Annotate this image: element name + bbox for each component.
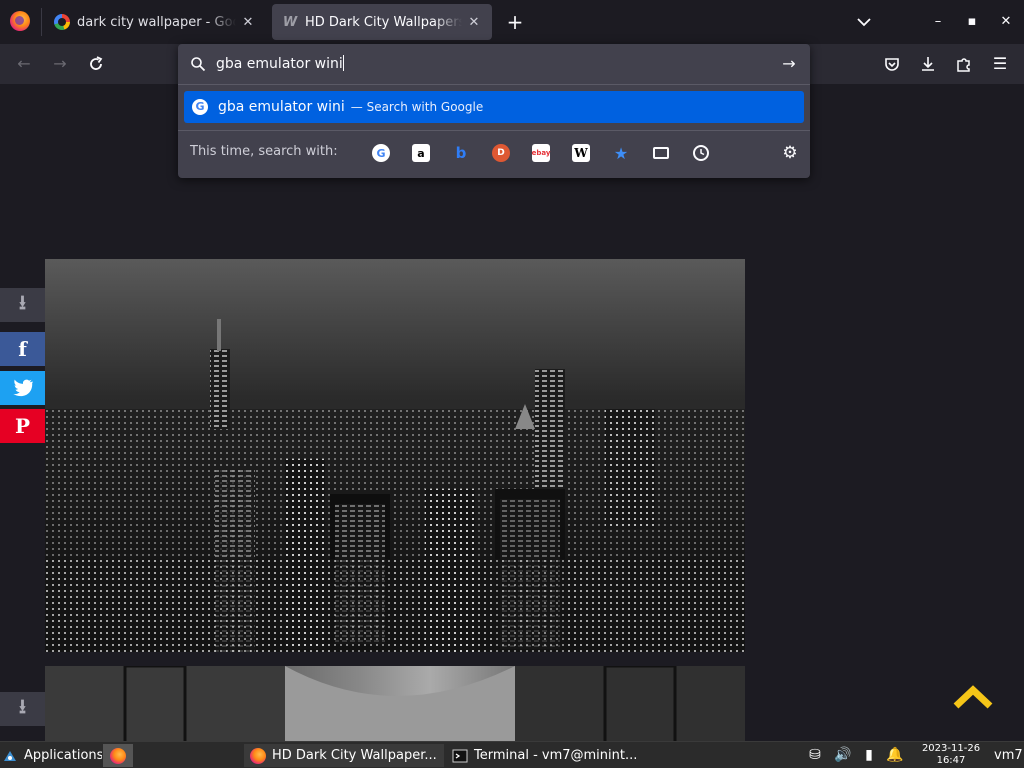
maximize-button[interactable]: ▪ — [962, 12, 982, 32]
search-suggestion-row[interactable]: gba emulator wini — Search with Google — [184, 91, 804, 123]
tabs-icon[interactable] — [653, 147, 669, 159]
close-window-button[interactable]: ✕ — [996, 12, 1016, 32]
search-icon — [191, 57, 206, 72]
firefox-menu-icon[interactable] — [10, 11, 30, 31]
applications-icon — [4, 750, 16, 761]
terminal-icon — [452, 749, 468, 762]
firefox-launcher[interactable] — [103, 744, 133, 767]
urlbar-input[interactable]: gba emulator wini — [216, 54, 776, 74]
downloads-icon[interactable] — [918, 54, 938, 74]
firefox-icon — [250, 747, 266, 764]
wallpaper-image-street[interactable] — [45, 666, 745, 741]
wallpaper-w-icon: W — [282, 14, 298, 30]
tab-title: HD Dark City Wallpapers — [305, 14, 462, 30]
download-icon[interactable]: ⭳ — [0, 692, 45, 726]
google-engine-icon[interactable]: G — [372, 144, 390, 162]
divider — [178, 84, 810, 85]
clock-date: 2023-11-26 — [921, 743, 981, 754]
facebook-share-button[interactable]: f — [0, 332, 45, 366]
extensions-icon[interactable] — [954, 54, 974, 74]
tab-separator — [41, 8, 42, 36]
divider — [178, 130, 810, 131]
new-tab-button[interactable]: + — [504, 11, 526, 33]
close-tab-icon[interactable]: ✕ — [466, 15, 482, 30]
search-settings-gear-icon[interactable]: ⚙ — [781, 143, 799, 163]
bing-engine-icon[interactable]: b — [452, 144, 470, 162]
tab-google-search[interactable]: dark city wallpaper - Google Search ✕ — [44, 4, 266, 40]
urlbar-query: gba emulator wini — [216, 56, 343, 72]
network-icon[interactable]: ⛁ — [806, 746, 824, 764]
volume-icon[interactable]: 🔊 — [834, 746, 852, 764]
twitter-bird-icon — [12, 379, 33, 397]
minimize-button[interactable]: – — [928, 12, 948, 32]
google-g-icon — [192, 99, 208, 115]
user-menu[interactable]: vm7 — [994, 744, 1024, 767]
suggestion-action: — Search with Google — [350, 100, 484, 114]
applications-menu-button[interactable]: Applications — [2, 744, 102, 767]
list-all-tabs-icon[interactable] — [854, 12, 874, 32]
close-tab-icon[interactable]: ✕ — [240, 15, 256, 30]
history-clock-icon[interactable] — [693, 145, 709, 161]
download-icon[interactable]: ⭳ — [0, 288, 45, 322]
task-title: HD Dark City Wallpaper... — [272, 748, 437, 763]
google-g-icon — [54, 14, 70, 30]
applications-label: Applications — [24, 748, 102, 763]
task-title: Terminal - vm7@minint... — [474, 748, 638, 763]
wallpaper-image-dark-city[interactable] — [45, 259, 745, 652]
bookmarks-star-icon[interactable]: ★ — [612, 144, 630, 163]
urlbar-dropdown: gba emulator wini → gba emulator wini — … — [178, 44, 810, 178]
back-arrow-icon[interactable]: ← — [14, 54, 34, 74]
go-arrow-icon[interactable]: → — [780, 55, 798, 73]
duckduckgo-engine-icon[interactable]: D — [492, 144, 510, 162]
user-name: vm7 — [994, 748, 1023, 763]
reload-icon[interactable] — [86, 54, 106, 74]
urlbar[interactable]: gba emulator wini → — [178, 44, 810, 84]
wikipedia-engine-icon[interactable]: W — [572, 144, 590, 162]
firefox-icon — [110, 747, 126, 764]
scroll-to-top-chevron-icon[interactable] — [950, 682, 996, 712]
app-menu-icon[interactable]: ☰ — [990, 54, 1010, 74]
system-taskbar: Applications HD Dark City Wallpaper... T… — [0, 741, 1024, 768]
tab-title: dark city wallpaper - Google Search — [77, 14, 236, 30]
forward-arrow-icon[interactable]: → — [50, 54, 70, 74]
pocket-icon[interactable] — [882, 54, 902, 74]
notification-bell-icon[interactable]: 🔔 — [886, 746, 904, 764]
clock-time: 16:47 — [936, 755, 966, 766]
city-skyline-illustration — [45, 259, 745, 652]
amazon-engine-icon[interactable]: a — [412, 144, 430, 162]
taskbar-item-firefox[interactable]: HD Dark City Wallpaper... — [244, 744, 444, 767]
pinterest-share-button[interactable]: P — [0, 409, 45, 443]
one-off-search-label: This time, search with: — [190, 144, 338, 159]
ebay-engine-icon[interactable]: ebay — [532, 144, 550, 162]
suggestion-text: gba emulator wini — [218, 99, 345, 115]
page-content: ⭳ f P ⭳ — [0, 84, 1024, 741]
tab-bar: dark city wallpaper - Google Search ✕ W … — [0, 0, 1024, 44]
battery-icon[interactable]: ▮ — [860, 746, 878, 764]
taskbar-item-terminal[interactable]: Terminal - vm7@minint... — [448, 744, 648, 767]
tab-wallpapers[interactable]: W HD Dark City Wallpapers ✕ — [272, 4, 492, 40]
street-illustration — [45, 666, 745, 741]
clock[interactable]: 2023-11-26 16:47 — [914, 743, 988, 767]
twitter-share-button[interactable] — [0, 371, 45, 405]
clock-hands — [700, 149, 705, 156]
text-caret — [342, 55, 344, 71]
